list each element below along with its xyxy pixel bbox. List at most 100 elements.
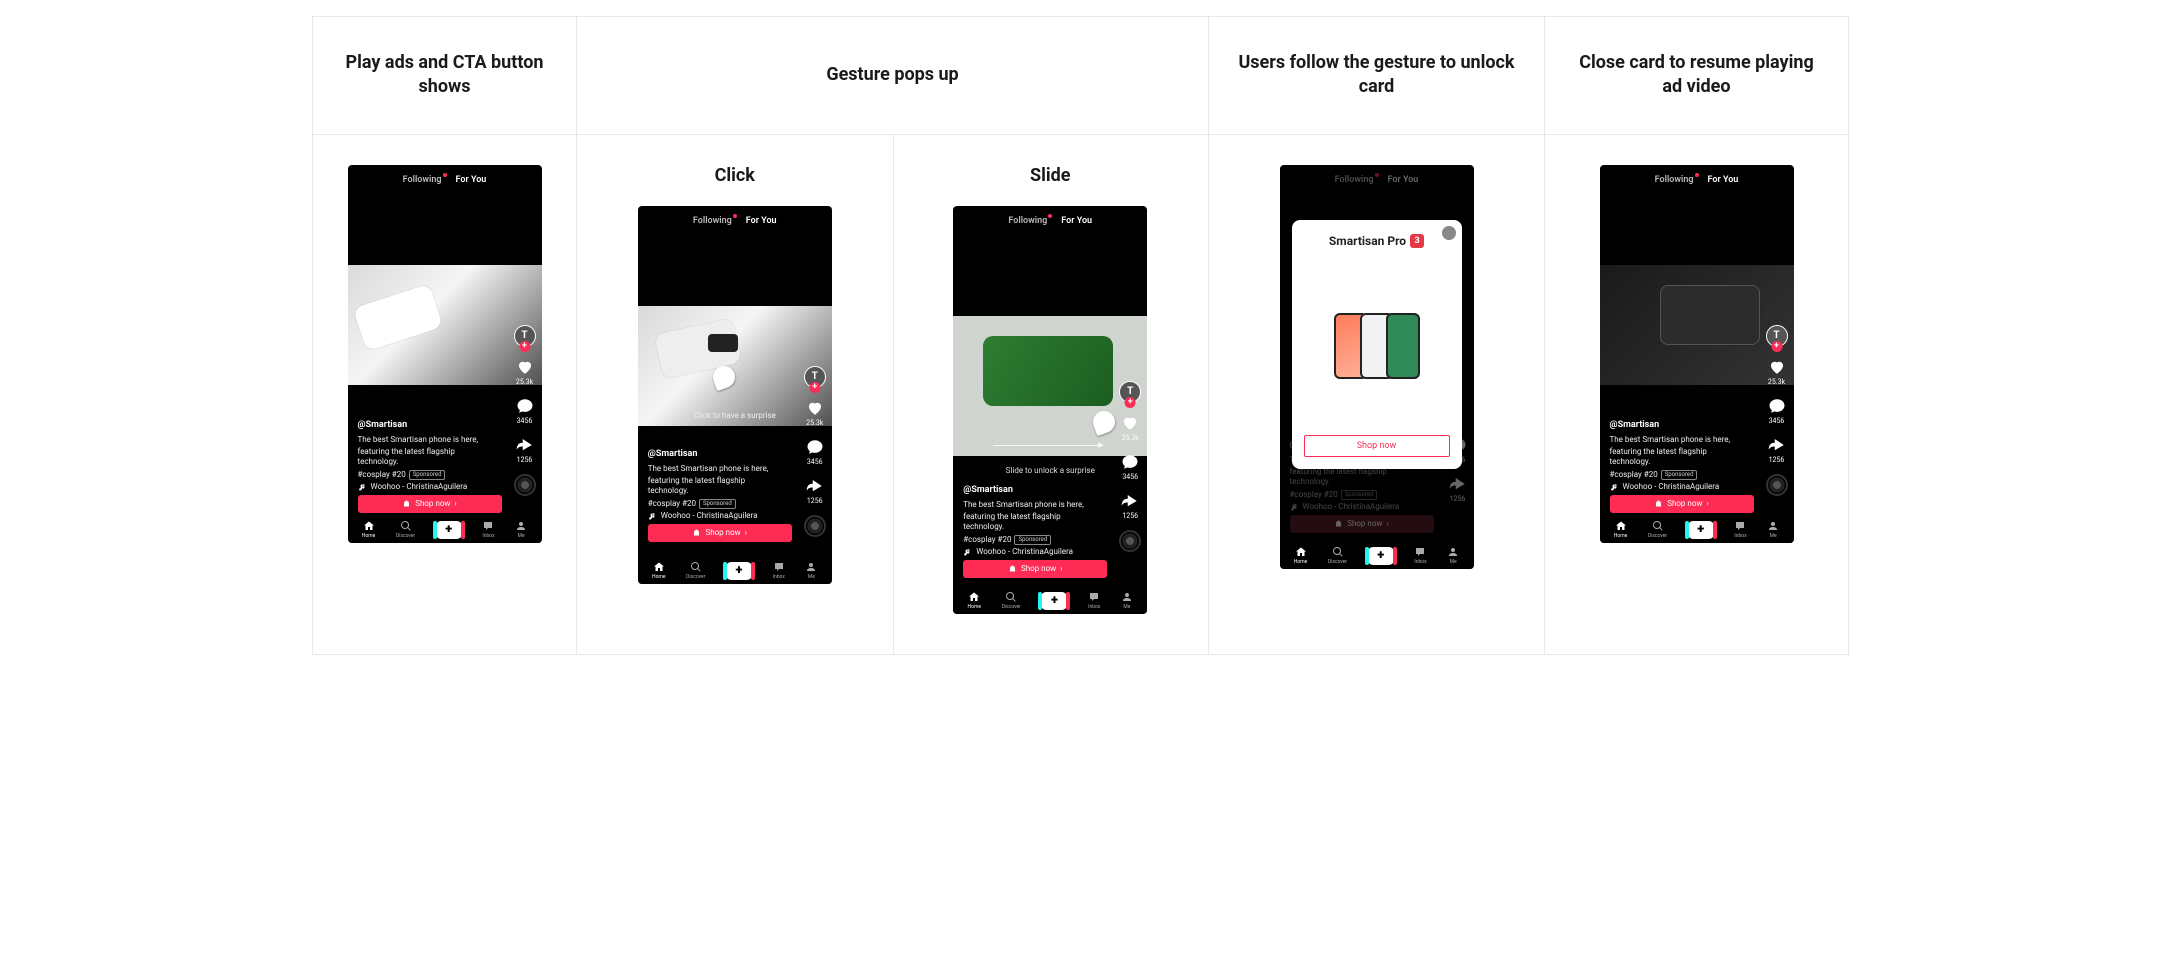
bag-icon — [692, 528, 701, 537]
music-disc-icon[interactable] — [804, 515, 826, 537]
nav-discover[interactable]: Discover — [1328, 546, 1347, 565]
cta-button[interactable]: Shop now› — [648, 524, 792, 542]
tab-following[interactable]: Following — [693, 216, 732, 226]
creator-username[interactable]: @Smartisan — [963, 485, 1097, 497]
nav-create[interactable]: + — [1688, 521, 1714, 539]
header-cell-1: Play ads and CTA button shows — [313, 17, 577, 135]
comment-button[interactable]: 3456 — [805, 437, 825, 466]
cta-button[interactable]: Shop now › — [358, 495, 502, 513]
nav-inbox[interactable]: Inbox — [1734, 520, 1746, 539]
nav-home[interactable]: Home — [1294, 546, 1307, 565]
music-row[interactable]: Woohoo - ChristinaAguilera — [1610, 482, 1744, 492]
nav-discover[interactable]: Discover — [1002, 591, 1021, 610]
cta-label: Shop now — [1667, 499, 1702, 508]
nav-inbox[interactable]: Inbox — [482, 520, 494, 539]
nav-create[interactable]: + — [1041, 592, 1067, 610]
phone-mock-1: Following For You T 25.3k 3456 1256 — [348, 165, 542, 543]
like-button[interactable]: 25.3k — [1767, 357, 1787, 386]
tab-for-you[interactable]: For You — [1708, 175, 1739, 185]
cta-button[interactable]: Shop now› — [963, 560, 1107, 578]
like-button[interactable]: 25.3k — [805, 398, 825, 427]
comment-button[interactable]: 3456 — [515, 396, 535, 425]
caption-hashtags: #cosplay #20 — [648, 499, 696, 508]
share-button[interactable]: 1256 — [1120, 491, 1140, 520]
nav-me[interactable]: Me — [1121, 591, 1133, 610]
like-count: 25.3k — [806, 419, 823, 427]
nav-discover[interactable]: Discover — [1648, 520, 1667, 539]
share-button[interactable]: 1256 — [1767, 435, 1787, 464]
nav-home[interactable]: Home — [1614, 520, 1627, 539]
card-cta-button[interactable]: Shop now — [1304, 435, 1450, 457]
body-cell-2: Click FollowingFor You Click to have a s… — [577, 135, 1209, 655]
person-icon — [1767, 520, 1779, 532]
tab-for-you[interactable]: For You — [456, 175, 487, 185]
share-count: 1256 — [1450, 495, 1466, 503]
creator-username[interactable]: @Smartisan — [648, 449, 782, 461]
tab-for-you[interactable]: For You — [1388, 175, 1419, 185]
nav-create[interactable]: + — [726, 562, 752, 580]
comment-button[interactable]: 3456 — [1767, 396, 1787, 425]
inbox-icon — [1414, 546, 1426, 558]
tab-for-you[interactable]: For You — [746, 216, 777, 226]
phone-mock-card: FollowingFor You 3456 1256 @Smartisan Th… — [1280, 165, 1474, 569]
share-button[interactable]: 1256 — [1448, 474, 1468, 503]
share-icon — [1448, 474, 1468, 494]
nav-create[interactable]: + — [1368, 547, 1394, 565]
sponsored-badge: Sponsored — [1014, 535, 1051, 545]
music-row[interactable]: Woohoo - ChristinaAguilera — [648, 511, 782, 521]
tab-following[interactable]: Following — [1335, 175, 1374, 185]
comment-button[interactable]: 3456 — [1120, 452, 1140, 481]
cta-button[interactable]: Shop now› — [1610, 495, 1754, 513]
sponsored-badge: Sponsored — [409, 470, 446, 480]
nav-discover[interactable]: Discover — [396, 520, 415, 539]
nav-me[interactable]: Me — [805, 561, 817, 580]
tab-following[interactable]: Following — [403, 175, 442, 185]
comment-icon — [805, 437, 825, 457]
comment-count: 3456 — [517, 417, 533, 425]
cta-button[interactable]: Shop now› — [1290, 515, 1434, 533]
nav-home[interactable]: Home — [652, 561, 665, 580]
tab-following[interactable]: Following — [1008, 216, 1047, 226]
home-icon — [968, 591, 980, 603]
nav-inbox[interactable]: Inbox — [1414, 546, 1426, 565]
nav-me[interactable]: Me — [1447, 546, 1459, 565]
close-icon[interactable] — [1442, 226, 1456, 240]
music-row[interactable]: Woohoo - ChristinaAguilera — [963, 547, 1097, 557]
phone-mock-slide: Following For You Slide to unlock a surpr… — [953, 206, 1147, 614]
creator-avatar[interactable]: T — [1766, 325, 1788, 347]
music-row[interactable]: Woohoo - ChristinaAguilera — [1290, 502, 1424, 512]
nav-home[interactable]: Home — [968, 591, 981, 610]
caption-hashtags: #cosplay #20 — [1610, 470, 1658, 479]
nav-create[interactable]: + — [436, 521, 462, 539]
comment-count: 3456 — [807, 458, 823, 466]
nav-inbox[interactable]: Inbox — [1088, 591, 1100, 610]
music-disc-icon[interactable] — [514, 474, 536, 496]
nav-me[interactable]: Me — [515, 520, 527, 539]
nav-inbox[interactable]: Inbox — [773, 561, 785, 580]
nav-home[interactable]: Home — [362, 520, 375, 539]
comment-count: 3456 — [1122, 473, 1138, 481]
music-disc-icon[interactable] — [1766, 474, 1788, 496]
nav-discover[interactable]: Discover — [686, 561, 705, 580]
video-area — [953, 316, 1147, 456]
creator-avatar[interactable]: T — [514, 325, 536, 347]
phone-mock-click: FollowingFor You Click to have a surpris… — [638, 206, 832, 584]
creator-avatar[interactable]: T — [804, 366, 826, 388]
caption-hashtags: #cosplay #20 — [963, 535, 1011, 544]
bottom-nav: Home Discover + Inbox Me — [348, 517, 542, 543]
sponsored-badge: Sponsored — [1341, 490, 1378, 500]
creator-username[interactable]: @Smartisan — [358, 420, 492, 432]
gesture-text: Slide to unlock a surprise — [953, 466, 1147, 475]
music-disc-icon[interactable] — [1119, 530, 1141, 552]
tab-following[interactable]: Following — [1655, 175, 1694, 185]
share-button[interactable]: 1256 — [805, 476, 825, 505]
share-button[interactable]: 1256 — [515, 435, 535, 464]
like-button[interactable]: 25.3k — [515, 357, 535, 386]
nav-me[interactable]: Me — [1767, 520, 1779, 539]
creator-avatar[interactable]: T — [1119, 381, 1141, 403]
like-button[interactable]: 25.3k — [1120, 413, 1140, 442]
tab-for-you[interactable]: For You — [1061, 216, 1092, 226]
person-icon — [515, 520, 527, 532]
music-row[interactable]: Woohoo - ChristinaAguilera — [358, 482, 492, 492]
creator-username[interactable]: @Smartisan — [1610, 420, 1744, 432]
